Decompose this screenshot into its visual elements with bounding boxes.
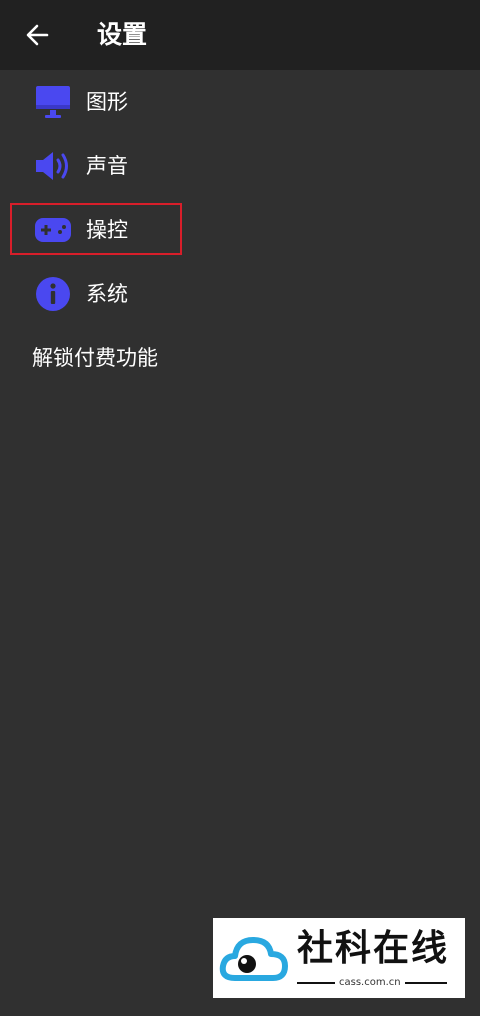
gamepad-icon [34,211,72,249]
page-title: 设置 [97,20,148,49]
info-icon [34,275,72,313]
watermark-rule-right [405,982,447,984]
menu-item-label: 系统 [86,282,128,306]
speaker-icon [34,147,72,185]
monitor-icon [34,83,72,121]
arrow-left-icon [26,24,49,46]
menu-item-label: 声音 [86,154,128,178]
menu-item-controls[interactable]: 操控 [14,205,314,255]
watermark-url: cass.com.cn [339,977,401,988]
watermark-brand: 社科在线 [297,928,450,969]
menu-item-graphics[interactable]: 图形 [14,77,314,127]
menu-item-system[interactable]: 系统 [14,269,314,319]
back-button[interactable] [20,17,56,53]
menu-item-label: 操控 [86,218,128,242]
unlock-premium-item[interactable]: 解锁付费功能 [32,333,158,383]
cloud-eye-logo-icon [219,937,288,981]
top-app-bar: 设置 [0,0,480,70]
watermark-rule-left [297,982,335,984]
menu-item-label: 图形 [86,90,128,114]
menu-item-sound[interactable]: 声音 [14,141,314,191]
watermark: 社科在线 cass.com.cn [213,918,465,998]
